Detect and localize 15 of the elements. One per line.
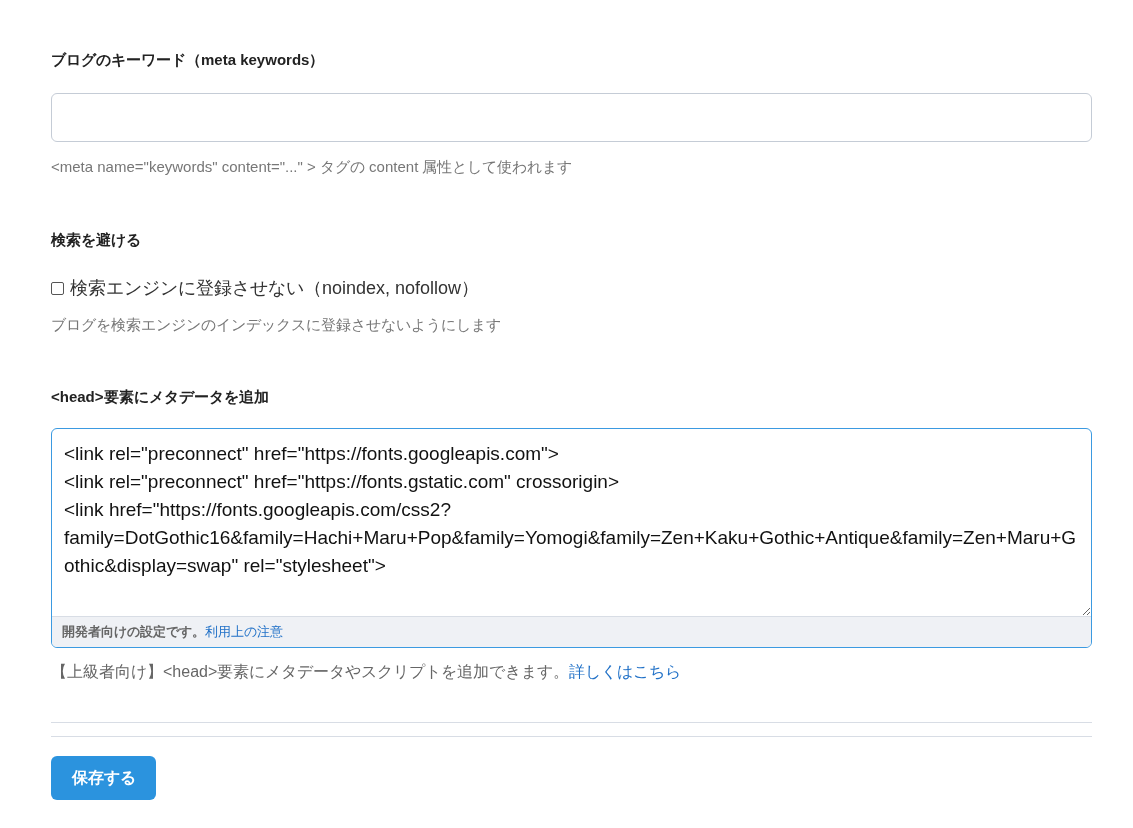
code-textarea[interactable]: <link rel="preconnect" href="https://fonts.googleapis.com"> <link rel="preconnect" href="https://fonts.gstatic.com" crossorigin> <link href="https://fonts.googleapis.com/css2?family=DotGothic16&family=Hachi+Maru+Pop&family=Yomogi&family=Zen+Kaku+Gothic+Antique&family=Zen+Maru+Gothic&display=swap" rel="stylesheet"> <box>52 429 1091 616</box>
help-text: 【上級者向け】<head>要素にメタデータやスクリプトを追加できます。 <box>51 662 570 682</box>
field-label: ブログのキーワード（meta keywords） <box>51 50 326 70</box>
field-label: <head>要素にメタデータを追加 <box>51 387 270 407</box>
help-text: ブログを検索エンジンのインデックスに登録させないようにします <box>51 315 502 335</box>
details-link[interactable]: 詳しくはこちら <box>569 660 682 684</box>
code-editor[interactable] <box>51 428 1092 648</box>
footer-note: 開発者向けの設定です。 <box>62 623 205 642</box>
checkbox[interactable] <box>51 281 64 295</box>
field-label: 検索を避ける <box>51 230 142 250</box>
help-text: <meta name="keywords" content="..." > タグの content 属性として使われます <box>51 157 574 177</box>
checkbox-label[interactable]: 検索エンジンに登録させない（noindex, nofollow） <box>70 275 480 301</box>
usage-notes-link[interactable]: 利用上の注意 <box>205 622 283 642</box>
keywords-input[interactable] <box>51 93 1092 142</box>
save-button[interactable]: 保存する <box>51 756 156 800</box>
